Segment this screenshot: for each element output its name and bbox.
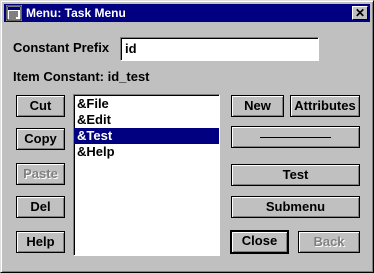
close-icon[interactable]: ✕ [352,6,368,20]
attributes-button[interactable]: Attributes [290,95,360,117]
app-icon [6,5,22,21]
copy-button[interactable]: Copy [16,128,65,150]
list-item[interactable]: &File [74,96,219,112]
menu-items-list[interactable]: &File &Edit &Test &Help [73,94,220,256]
paste-button[interactable]: Paste [16,163,65,185]
separator-line [260,137,331,138]
title-bar[interactable]: Menu: Task Menu ✕ [4,4,370,22]
separator-button[interactable] [231,126,360,148]
cut-button[interactable]: Cut [16,95,65,117]
list-item-selected[interactable]: &Test [74,128,219,144]
menu-dialog: Menu: Task Menu ✕ Constant Prefix id Ite… [0,0,374,273]
submenu-button[interactable]: Submenu [231,196,360,218]
del-button[interactable]: Del [16,196,65,218]
window-title: Menu: Task Menu [26,6,126,20]
constant-prefix-label: Constant Prefix [13,40,110,55]
test-button[interactable]: Test [231,164,360,186]
back-button[interactable]: Back [298,231,360,253]
constant-prefix-input[interactable]: id [120,37,319,61]
list-item[interactable]: &Help [74,144,219,160]
help-button[interactable]: Help [16,231,65,253]
list-item[interactable]: &Edit [74,112,219,128]
close-button[interactable]: Close [230,230,289,254]
new-button[interactable]: New [231,95,284,117]
item-constant-label: Item Constant: id_test [13,69,150,84]
